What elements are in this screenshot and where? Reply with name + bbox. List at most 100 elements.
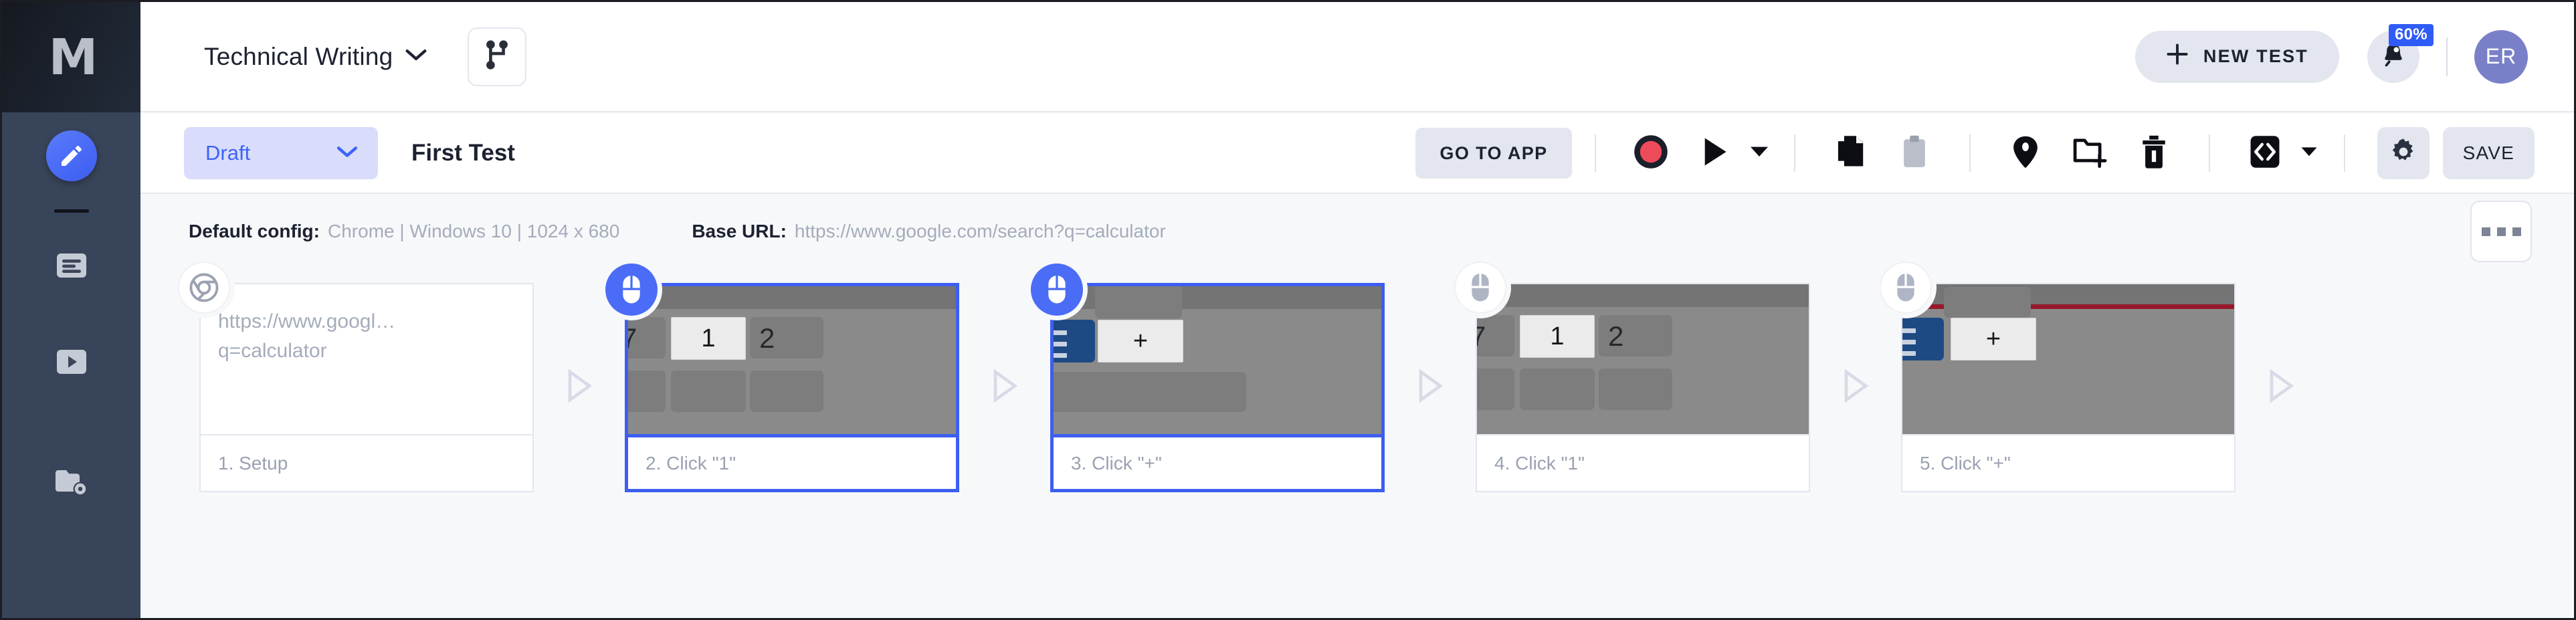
chrome-icon bbox=[178, 262, 230, 314]
toolbar-divider bbox=[1793, 134, 1795, 172]
calculator-screenshot: + bbox=[1902, 284, 2234, 434]
setup-url-line2: q=calculator bbox=[218, 339, 327, 362]
clipboard-icon bbox=[1900, 134, 1928, 173]
top-header: Technical Writing NEW TEST 60% ER bbox=[140, 2, 2574, 112]
app-logo[interactable]: M bbox=[2, 2, 140, 112]
setup-url-line1: https://www.googl… bbox=[218, 310, 396, 332]
toolbar-divider bbox=[2343, 134, 2345, 172]
triangle-right-outline-icon bbox=[2267, 369, 2295, 407]
toolbar-actions: GO TO APP SAVE bbox=[1415, 127, 2535, 179]
run-button[interactable] bbox=[1692, 130, 1738, 176]
record-button[interactable] bbox=[1628, 130, 1674, 176]
branch-button[interactable] bbox=[468, 27, 527, 86]
step-caption: 5. Click "+" bbox=[1902, 435, 2234, 491]
code-brackets-icon bbox=[2249, 134, 2281, 173]
settings-button[interactable] bbox=[2377, 127, 2430, 179]
notifications: 60% bbox=[2367, 23, 2434, 83]
base-url-label: Base URL: bbox=[692, 221, 787, 241]
folder-plus-icon bbox=[2072, 135, 2107, 172]
calc-key-partial: 2 bbox=[1608, 320, 1624, 352]
calc-key-highlight: + bbox=[1098, 320, 1183, 363]
calc-key bbox=[671, 371, 746, 412]
calculator-screenshot: 1 7 2 bbox=[1477, 284, 1809, 434]
step-thumbnail: 1 7 2 bbox=[628, 286, 956, 437]
play-triangle-icon bbox=[1701, 136, 1729, 171]
step-thumbnail: + bbox=[1902, 284, 2234, 435]
save-button[interactable]: SAVE bbox=[2442, 127, 2535, 179]
step-arrow bbox=[534, 283, 625, 492]
ellipsis-icon bbox=[2496, 227, 2506, 236]
mouse-click-icon bbox=[605, 264, 658, 316]
triangle-right-outline-icon bbox=[1842, 369, 1870, 407]
step-card[interactable]: 1 7 2 4. Click "1" bbox=[1454, 262, 1810, 492]
calc-key bbox=[1477, 369, 1514, 410]
document-list-icon bbox=[55, 252, 88, 282]
project-name: Technical Writing bbox=[204, 42, 393, 70]
calc-key-highlight: + bbox=[1951, 318, 2036, 360]
step-arrow bbox=[1810, 283, 1901, 492]
default-config-label: Default config: bbox=[189, 221, 320, 241]
sidebar-divider bbox=[54, 209, 89, 213]
tag-button[interactable] bbox=[2003, 130, 2048, 176]
code-button[interactable] bbox=[2242, 130, 2288, 176]
chevron-down-icon bbox=[336, 145, 358, 162]
step-card-wrapper: 1 7 2 4. Click "1" bbox=[1454, 262, 1901, 492]
paste-button[interactable] bbox=[1892, 130, 1937, 176]
calc-key-partial: 2 bbox=[759, 322, 775, 354]
new-test-button[interactable]: NEW TEST bbox=[2135, 30, 2339, 83]
calc-key-partial: 7 bbox=[628, 322, 637, 354]
step-arrow bbox=[959, 283, 1050, 492]
copy-pages-icon bbox=[1835, 134, 1866, 173]
more-options-button[interactable] bbox=[2470, 201, 2532, 262]
plus-icon bbox=[2166, 43, 2189, 70]
base-url[interactable]: Base URL: https://www.google.com/search?… bbox=[692, 221, 1165, 242]
mouse-click-icon bbox=[1031, 264, 1083, 316]
step-arrow bbox=[2236, 283, 2326, 492]
status-dropdown[interactable]: Draft bbox=[184, 127, 378, 179]
avatar[interactable]: ER bbox=[2474, 29, 2528, 84]
copy-button[interactable] bbox=[1827, 130, 1873, 176]
step-thumbnail: 1 7 2 bbox=[1477, 284, 1809, 435]
config-row: Default config: Chrome | Windows 10 | 10… bbox=[140, 195, 2574, 268]
sidebar-item-reports[interactable] bbox=[2, 241, 140, 292]
delete-button[interactable] bbox=[2131, 130, 2177, 176]
calc-key bbox=[1944, 287, 2031, 318]
step-card-wrapper: 1 7 2 2. Click "1" bbox=[605, 264, 1050, 492]
mouse-click-icon bbox=[1454, 262, 1506, 314]
sidebar-item-settings[interactable] bbox=[2, 458, 140, 509]
calc-key bbox=[1520, 369, 1595, 410]
save-label: SAVE bbox=[2462, 142, 2514, 163]
project-switcher[interactable]: Technical Writing bbox=[204, 43, 427, 71]
base-url-value: https://www.google.com/search?q=calculat… bbox=[794, 221, 1166, 241]
step-card[interactable]: 1 7 2 2. Click "1" bbox=[605, 264, 959, 492]
setup-url-text: https://www.googl… q=calculator bbox=[201, 284, 532, 365]
calc-topbar bbox=[1477, 284, 1809, 307]
go-to-app-label: GO TO APP bbox=[1440, 142, 1548, 163]
default-config[interactable]: Default config: Chrome | Windows 10 | 10… bbox=[189, 221, 619, 242]
code-options-button[interactable] bbox=[2297, 130, 2321, 176]
step-arrow bbox=[1385, 283, 1476, 492]
step-card[interactable]: https://www.googl… q=calculator 1. Setup bbox=[178, 262, 534, 492]
triangle-right-outline-icon bbox=[1416, 369, 1444, 407]
triangle-right-outline-icon bbox=[991, 369, 1019, 407]
header-actions: NEW TEST 60% ER bbox=[2135, 23, 2528, 84]
chevron-down-icon bbox=[405, 48, 427, 65]
ellipsis-icon bbox=[2481, 227, 2490, 236]
run-options-button[interactable] bbox=[1747, 130, 1771, 176]
caret-down-icon bbox=[1750, 146, 1769, 161]
go-to-app-button[interactable]: GO TO APP bbox=[1415, 128, 1572, 179]
step-card[interactable]: + 5. Click "+" bbox=[1880, 262, 2236, 492]
sidebar-item-runs[interactable] bbox=[2, 338, 140, 389]
step-strip[interactable]: https://www.googl… q=calculator 1. Setup bbox=[140, 262, 2574, 617]
calculator-screenshot: 1 7 2 bbox=[628, 286, 956, 434]
folder-gear-icon bbox=[54, 468, 90, 500]
git-branch-icon bbox=[483, 39, 511, 74]
move-to-folder-button[interactable] bbox=[2067, 130, 2112, 176]
toolbar-divider bbox=[1594, 134, 1596, 172]
step-card[interactable]: + 3. Click "+" bbox=[1031, 264, 1385, 492]
record-circle-icon bbox=[1633, 134, 1669, 173]
gear-icon bbox=[2389, 137, 2418, 170]
calc-topbar bbox=[628, 286, 956, 309]
sidebar-item-editor[interactable] bbox=[2, 129, 140, 183]
step-caption: 4. Click "1" bbox=[1477, 435, 1809, 491]
